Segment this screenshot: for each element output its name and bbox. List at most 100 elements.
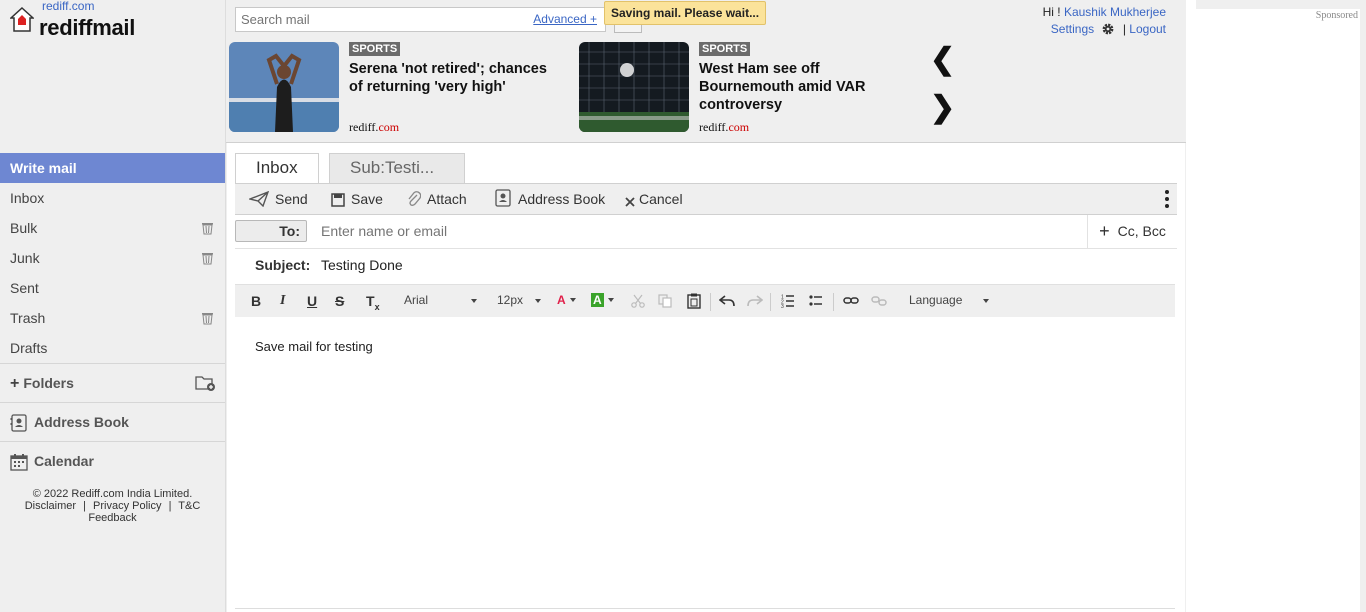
unlink-icon[interactable] (871, 295, 887, 307)
strikethrough-button[interactable]: S (335, 293, 344, 309)
sponsored-label: Sponsored (1315, 10, 1358, 21)
sidebar-item-trash[interactable]: Trash (0, 303, 225, 333)
tab-inbox[interactable]: Inbox (235, 153, 319, 183)
search-box: Advanced + (235, 7, 606, 32)
copy-icon[interactable] (658, 294, 672, 308)
sponsored-ad-panel[interactable]: Sponsored (1196, 9, 1360, 612)
news-category-badge: SPORTS (349, 42, 401, 56)
to-row: To: +Cc, Bcc (235, 215, 1177, 249)
background-color-button[interactable]: A (591, 293, 614, 307)
tab-label: Inbox (256, 158, 298, 177)
news-thumbnail (229, 42, 339, 132)
terms-link[interactable]: T&C (178, 500, 200, 512)
rediffmail-logo[interactable]: rediff.com rediffmail (8, 0, 218, 40)
paperclip-icon (408, 191, 422, 206)
sidebar-address-book[interactable]: Address Book (0, 402, 225, 441)
empty-bin-icon[interactable] (201, 251, 214, 265)
settings-link[interactable]: Settings (1051, 22, 1094, 36)
gear-icon[interactable] (1101, 22, 1115, 36)
sidebar-item-bulk[interactable]: Bulk (0, 213, 225, 243)
cancel-button[interactable]: Cancel (625, 184, 683, 214)
sidebar-item-label: Trash (10, 310, 46, 326)
empty-bin-icon[interactable] (201, 221, 214, 235)
address-book-icon (495, 189, 511, 207)
privacy-policy-link[interactable]: Privacy Policy (93, 500, 161, 512)
disclaimer-link[interactable]: Disclaimer (25, 500, 76, 512)
address-book-button[interactable]: Address Book (494, 184, 605, 214)
numbered-list-icon[interactable]: 123 (781, 294, 795, 308)
underline-button[interactable]: U (307, 293, 317, 309)
calendar-label: Calendar (34, 453, 94, 469)
address-book-label: Address Book (34, 414, 129, 430)
copyright-text: © 2022 Rediff.com India Limited. (32, 488, 193, 500)
sidebar-item-drafts[interactable]: Drafts (0, 333, 225, 363)
toolbar-divider (710, 293, 711, 311)
sidebar-item-label: Inbox (10, 190, 45, 206)
news-card-2[interactable]: SPORTS West Ham see off Bournemouth amid… (579, 42, 919, 134)
news-headline[interactable]: Serena 'not retired'; chances of returni… (349, 60, 564, 96)
to-input[interactable] (321, 223, 1021, 239)
chevron-left-icon[interactable]: ❮ (930, 42, 955, 77)
advanced-search-link[interactable]: Advanced + (533, 12, 597, 26)
footer-links: Disclaimer | Privacy Policy | T&C (0, 500, 225, 512)
news-category-badge: SPORTS (699, 42, 751, 56)
italic-button[interactable]: I (280, 293, 285, 309)
folders-label: Folders (23, 375, 74, 391)
sidebar-item-label: Write mail (10, 160, 77, 176)
chevron-right-icon[interactable]: ❯ (930, 90, 955, 125)
link-separator: | (168, 500, 172, 512)
message-body[interactable]: Save mail for testing (255, 339, 373, 354)
bullet-list-icon[interactable] (809, 294, 823, 308)
tab-draft[interactable]: Sub:Testi...✕ (329, 153, 465, 204)
left-sidebar: rediff.com rediffmail Write mail Inbox B… (0, 0, 226, 612)
subject-label: Subject: (255, 257, 311, 273)
to-button[interactable]: To: (235, 220, 307, 242)
toolbar-divider (833, 293, 834, 311)
font-family-select[interactable]: Arial (404, 293, 479, 307)
link-separator: | (83, 500, 86, 512)
plus-icon: + (1099, 221, 1110, 241)
plus-icon: + (10, 375, 20, 393)
logout-link[interactable]: Logout (1129, 22, 1166, 36)
language-select[interactable]: Language (909, 293, 989, 307)
news-headline[interactable]: West Ham see off Bournemouth amid VAR co… (699, 60, 899, 114)
sidebar-item-inbox[interactable]: Inbox (0, 183, 225, 213)
paste-icon[interactable] (687, 293, 701, 309)
bold-button[interactable]: B (251, 293, 261, 309)
attach-button[interactable]: Attach (407, 184, 467, 214)
footer: © 2022 Rediff.com India Limited. Disclai… (0, 488, 225, 524)
clear-format-button[interactable]: Tx (366, 293, 380, 312)
svg-text:3: 3 (781, 304, 784, 308)
sidebar-item-label: Drafts (10, 340, 48, 356)
link-icon[interactable] (843, 295, 859, 307)
cut-icon[interactable] (631, 294, 645, 308)
more-options-icon[interactable] (1165, 190, 1169, 208)
font-size-select[interactable]: 12px (497, 293, 541, 307)
toolbar-divider (770, 293, 771, 311)
add-folder-icon[interactable] (195, 374, 217, 392)
save-button[interactable]: Save (331, 184, 383, 214)
subject-input[interactable]: Testing Done (321, 257, 403, 273)
search-input[interactable] (236, 8, 526, 31)
sidebar-calendar[interactable]: Calendar (0, 441, 225, 480)
feedback-link[interactable]: Feedback (0, 512, 225, 524)
redo-icon[interactable] (747, 295, 763, 307)
user-name-link[interactable]: Kaushik Mukherjee (1064, 5, 1166, 19)
sidebar-item-junk[interactable]: Junk (0, 243, 225, 273)
sidebar-item-sent[interactable]: Sent (0, 273, 225, 303)
sidebar-nav: Write mail Inbox Bulk Junk Sent Trash Dr… (0, 153, 225, 480)
news-source: rediff.com (349, 120, 400, 134)
send-button[interactable]: Send (247, 184, 308, 214)
undo-icon[interactable] (719, 295, 735, 307)
cc-bcc-button[interactable]: + Cc, Bcc (1087, 215, 1177, 248)
news-card-1[interactable]: SPORTS Serena 'not retired'; chances of … (229, 42, 569, 134)
editor-bottom-border (235, 608, 1175, 609)
font-color-button[interactable]: A (557, 293, 576, 307)
sidebar-folders[interactable]: + Folders (0, 363, 225, 402)
sidebar-item-write-mail[interactable]: Write mail (0, 153, 225, 183)
empty-bin-icon[interactable] (201, 311, 214, 325)
saving-toast: Saving mail. Please wait... (604, 1, 767, 25)
logo-wordmark: rediffmail (39, 15, 136, 40)
send-icon (247, 190, 270, 208)
tab-label: Sub:Testi... (350, 158, 435, 177)
